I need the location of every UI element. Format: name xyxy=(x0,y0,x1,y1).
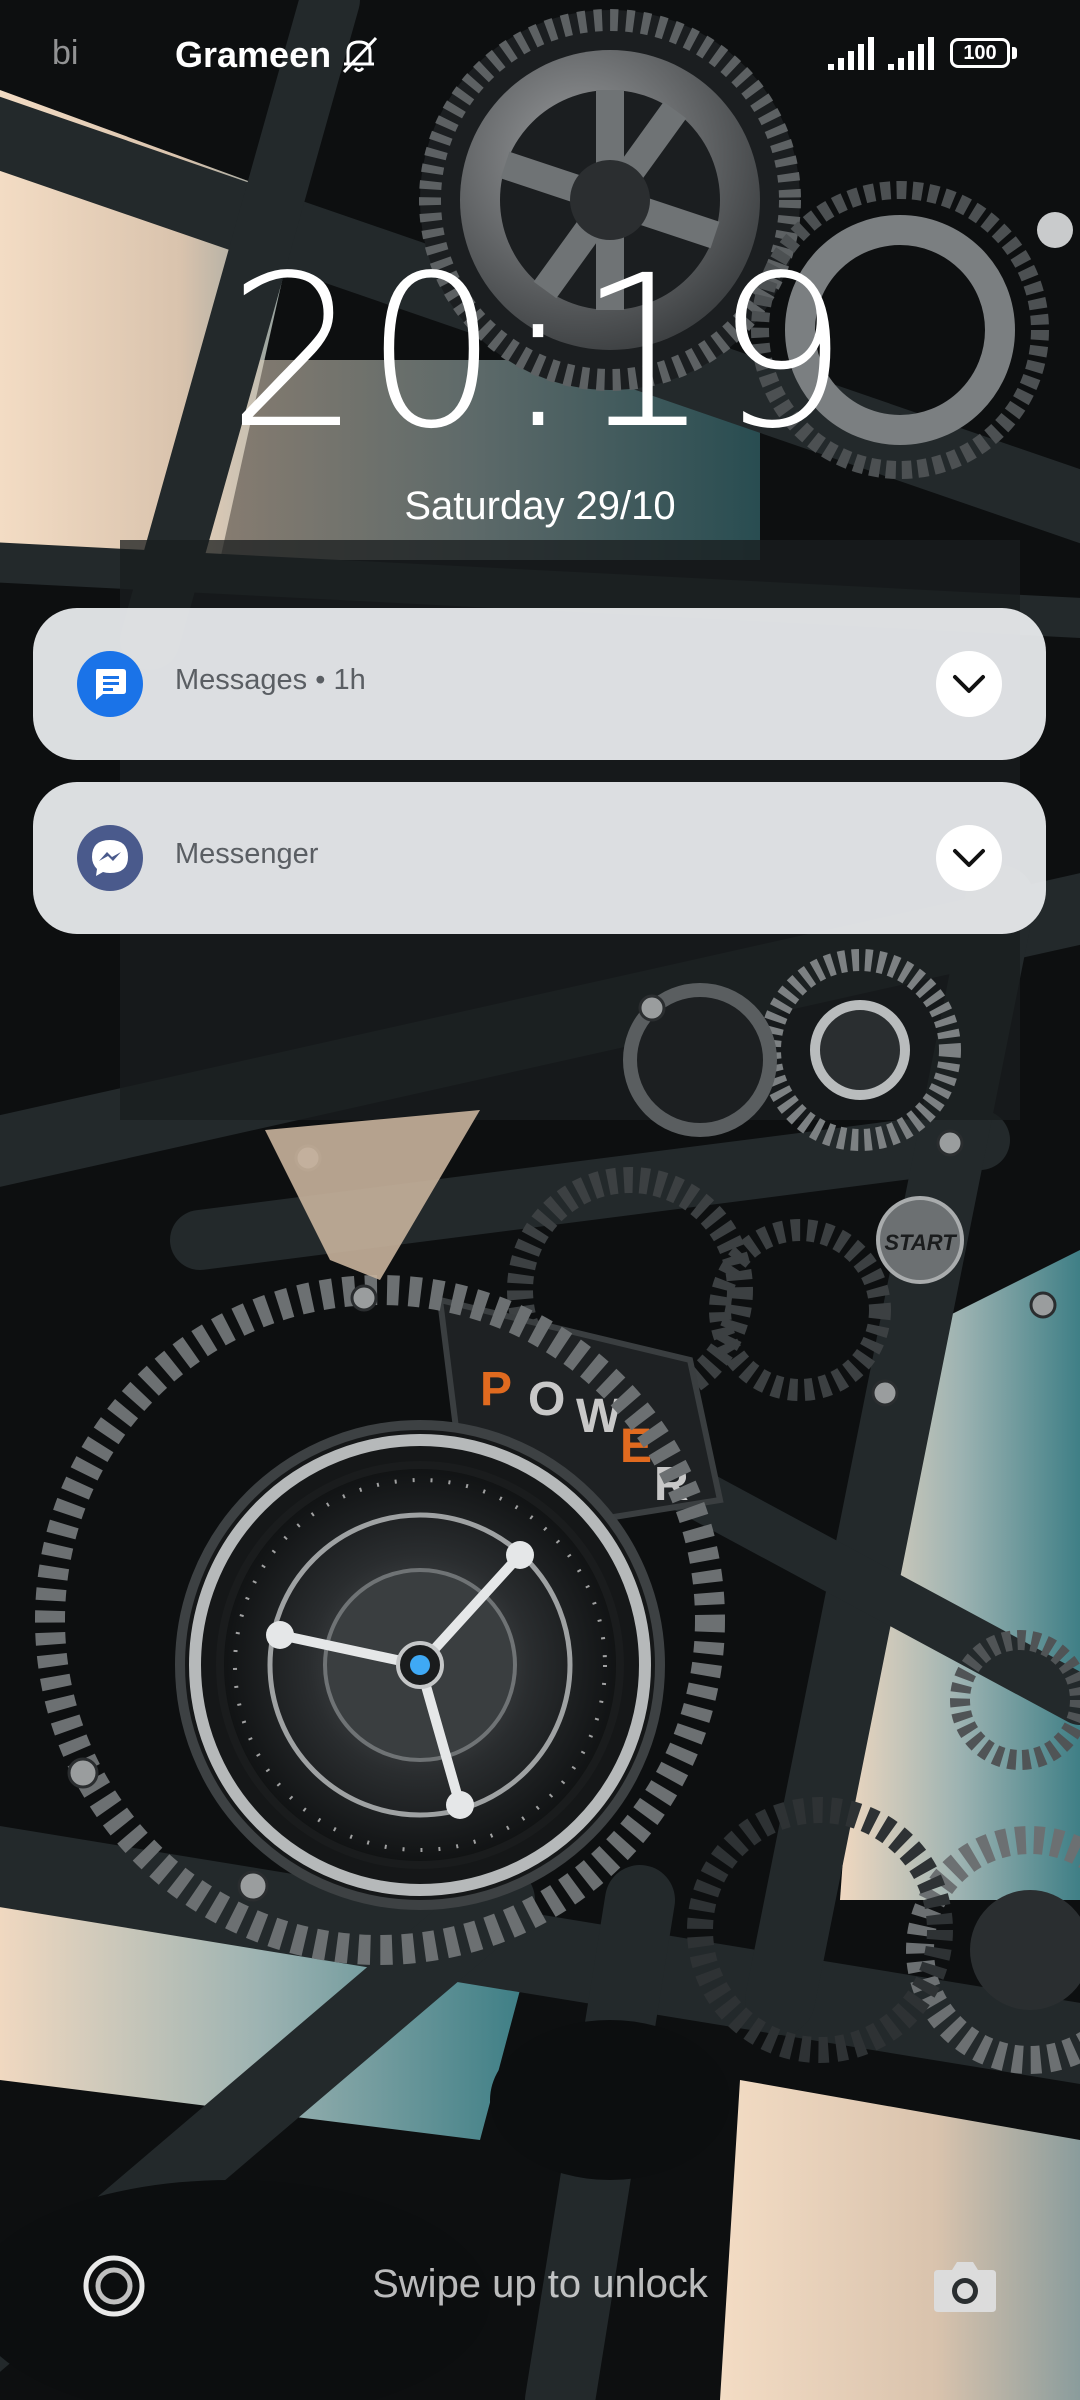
chevron-down-icon xyxy=(953,849,985,867)
notification-header: Messenger xyxy=(175,838,318,871)
messenger-icon xyxy=(77,825,143,891)
notification-app-name: Messenger xyxy=(175,838,319,870)
chevron-down-icon xyxy=(953,675,985,693)
notification-messenger[interactable]: Messenger xyxy=(33,782,1046,934)
carrier-name-1: bi xyxy=(52,34,79,72)
svg-text:P: P xyxy=(480,1363,512,1416)
expand-button[interactable] xyxy=(936,651,1002,717)
svg-text:O: O xyxy=(528,1373,565,1426)
expand-button[interactable] xyxy=(936,825,1002,891)
notification-time: 1h xyxy=(333,664,366,696)
lock-clock: 20:19 xyxy=(227,230,853,475)
signal-icon xyxy=(828,37,874,70)
svg-text:E: E xyxy=(620,1420,652,1473)
notification-header: Messages • 1h xyxy=(175,664,366,697)
lock-screen: START P O W E R bi Grameen 100 20:19 Sat… xyxy=(0,0,1080,2400)
notification-messages[interactable]: Messages • 1h xyxy=(33,608,1046,760)
battery-icon: 100 xyxy=(950,38,1018,72)
bell-off-icon xyxy=(342,36,378,74)
notification-app-name: Messages xyxy=(175,664,308,696)
battery-level: 100 xyxy=(950,38,1010,68)
status-bar: bi Grameen 100 xyxy=(0,0,1080,110)
messages-icon xyxy=(77,651,143,717)
lock-date: Saturday 29/10 xyxy=(404,484,676,528)
svg-text:W: W xyxy=(576,1390,622,1443)
camera-icon[interactable] xyxy=(932,2256,998,2316)
swipe-hint: Swipe up to unlock xyxy=(372,2262,708,2306)
carrier-name-2: Grameen xyxy=(175,34,332,75)
signal-icon xyxy=(888,37,934,70)
notification-separator: • xyxy=(315,664,334,696)
svg-text:START: START xyxy=(884,1230,957,1255)
battery-tip xyxy=(1012,47,1017,59)
